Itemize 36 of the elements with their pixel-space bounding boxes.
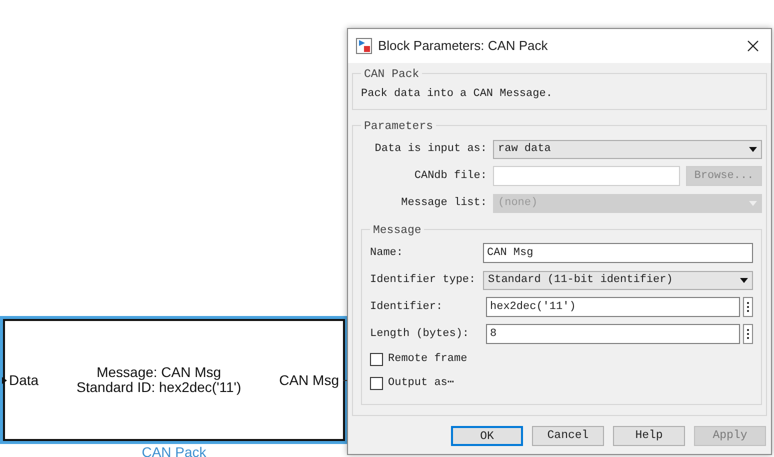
window-title: Block Parameters: CAN Pack [378, 37, 549, 56]
field-label: Identifier type: [370, 272, 477, 288]
checkbox-label: Remote frame [388, 352, 468, 368]
port-label: CAN Msg [279, 370, 339, 390]
field-label: Name: [370, 246, 404, 261]
field-label: Data is input as: [374, 142, 488, 157]
caret-icon [749, 146, 757, 152]
input-field[interactable] [493, 166, 680, 186]
block[interactable]: Data Message: CAN Msg Standard ID: hex2dec('11') CAN Msg [3, 319, 345, 441]
caret-icon [740, 278, 748, 282]
port-arrow-icon [2, 377, 7, 384]
field-label: Identifier: [370, 300, 444, 315]
input-field[interactable]: hex2dec('11') [486, 297, 740, 317]
description-text: Pack data into a CAN Message. [361, 87, 554, 102]
dialog-button[interactable]: Help [613, 426, 685, 446]
dialog-button[interactable]: OK [451, 426, 523, 446]
more-options-button[interactable] [743, 324, 753, 344]
dialog-button[interactable]: Cancel [532, 426, 604, 446]
checkbox[interactable] [370, 353, 383, 366]
block-text: Message: CAN Msg [96, 365, 222, 380]
field-label: Message list: [400, 196, 488, 211]
input-field[interactable]: 8 [486, 324, 740, 344]
close-icon[interactable] [747, 40, 759, 52]
dropdown[interactable]: raw data [493, 140, 762, 158]
checkbox[interactable] [370, 377, 383, 390]
block-text: Standard ID: hex2dec('11') [76, 380, 242, 395]
checkbox-label: Output as⋯ [388, 376, 454, 392]
block-name: CAN Pack [140, 443, 208, 457]
dropdown[interactable]: Standard (11-bit identifier) [483, 270, 753, 290]
field-label: CANdb file: [413, 168, 488, 184]
input-field[interactable]: CAN Msg [483, 243, 753, 263]
port-label: Data [9, 370, 39, 390]
field-label: Length (bytes): [370, 326, 470, 342]
more-options-button[interactable] [743, 297, 753, 317]
block-icon [356, 38, 372, 54]
caret-icon [749, 200, 757, 206]
